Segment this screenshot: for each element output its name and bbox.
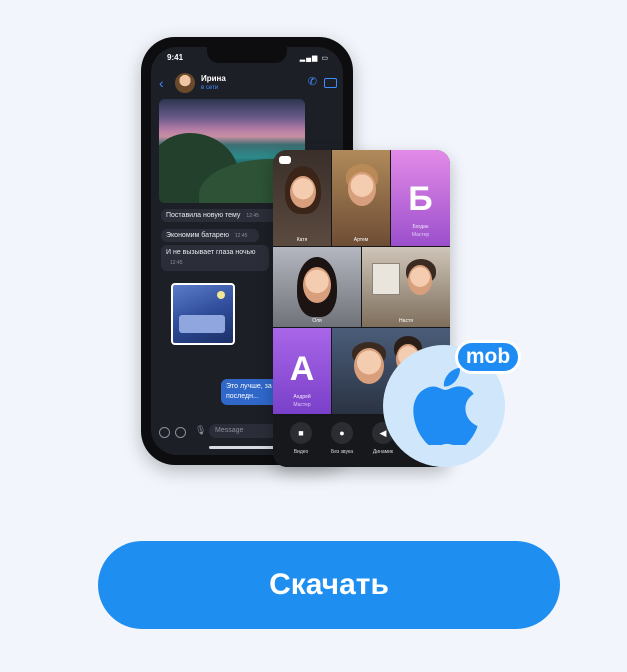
chat-message: Поставила новую тему 12:45 [161, 209, 283, 222]
back-icon[interactable]: ‹ [159, 75, 164, 91]
participant-name: Артем [353, 237, 369, 243]
participant-face [348, 172, 376, 206]
chat-message: И не вызывает глаза ночью 12:45 [161, 245, 269, 271]
contact-name: Ирина [201, 74, 226, 83]
participant-name: Андрей [293, 394, 311, 400]
participant-role: Мастер [411, 232, 430, 238]
message-text: Экономим батарею [166, 232, 229, 239]
bed-icon [179, 315, 225, 333]
participant-name: Настя [399, 318, 413, 324]
download-button[interactable]: Скачать [98, 541, 560, 629]
participant-tile[interactable]: Артем [332, 150, 390, 246]
control-label: Видео [293, 449, 309, 455]
avatar[interactable] [175, 73, 195, 93]
control-label: Без звука [330, 449, 354, 455]
message-time: 12:45 [234, 233, 248, 239]
chat-message: Экономим батарею 12:45 [161, 229, 259, 242]
message-time: 12:45 [170, 260, 183, 266]
video-icon[interactable] [324, 78, 337, 88]
promo-scene: 9:41 ▂▄▆ ▭ ‹ Ирина в сети ✆ Поставила но… [0, 0, 627, 672]
camera-icon: ■ [298, 428, 304, 438]
mute-icon: ● [339, 428, 345, 438]
participant-face [290, 176, 316, 208]
participant-name: Катя [296, 237, 308, 243]
contact-status: в сети [201, 85, 219, 91]
apple-icon [413, 367, 478, 445]
control-label: Динамик [372, 449, 394, 455]
chat-header: ‹ Ирина в сети ✆ [151, 69, 343, 99]
video-toggle-button[interactable]: ■ [290, 422, 312, 444]
participant-tile[interactable]: Катя [273, 150, 331, 246]
message-text: Поставила новую тему [166, 212, 241, 219]
attach-icon[interactable] [159, 427, 170, 438]
participant-initial: Б [408, 180, 433, 218]
call-icon[interactable]: ✆ [308, 75, 317, 88]
participant-face [303, 267, 331, 303]
participant-tile[interactable]: Оля [273, 247, 361, 327]
chat-bubble-icon [279, 156, 291, 164]
phone-notch [207, 47, 287, 63]
participant-face [408, 265, 432, 295]
mute-button[interactable]: ● [331, 422, 353, 444]
emoji-icon[interactable] [175, 427, 186, 438]
participant-name: Богдан [412, 224, 429, 230]
moon-icon [217, 291, 225, 299]
participant-tile[interactable]: Настя [362, 247, 450, 327]
sticker[interactable] [171, 283, 235, 345]
participant-role: Мастер [293, 402, 311, 408]
message-text: И не вызывает глаза ночью [166, 249, 256, 256]
mob-badge: mob [455, 340, 521, 374]
participant-tile[interactable]: Б Богдан Мастер [391, 150, 450, 246]
status-icons: ▂▄▆ ▭ [299, 55, 329, 62]
participant-initial: А [289, 350, 315, 388]
mic-icon[interactable]: 🎙 [195, 425, 206, 436]
participant-face [354, 348, 384, 384]
picture-frame [372, 263, 400, 295]
status-time: 9:41 [167, 53, 184, 62]
participant-tile[interactable]: А Андрей Мастер [273, 328, 331, 414]
message-time: 12:45 [246, 213, 259, 219]
participant-name: Оля [312, 318, 322, 324]
message-input[interactable]: Message [209, 424, 283, 438]
